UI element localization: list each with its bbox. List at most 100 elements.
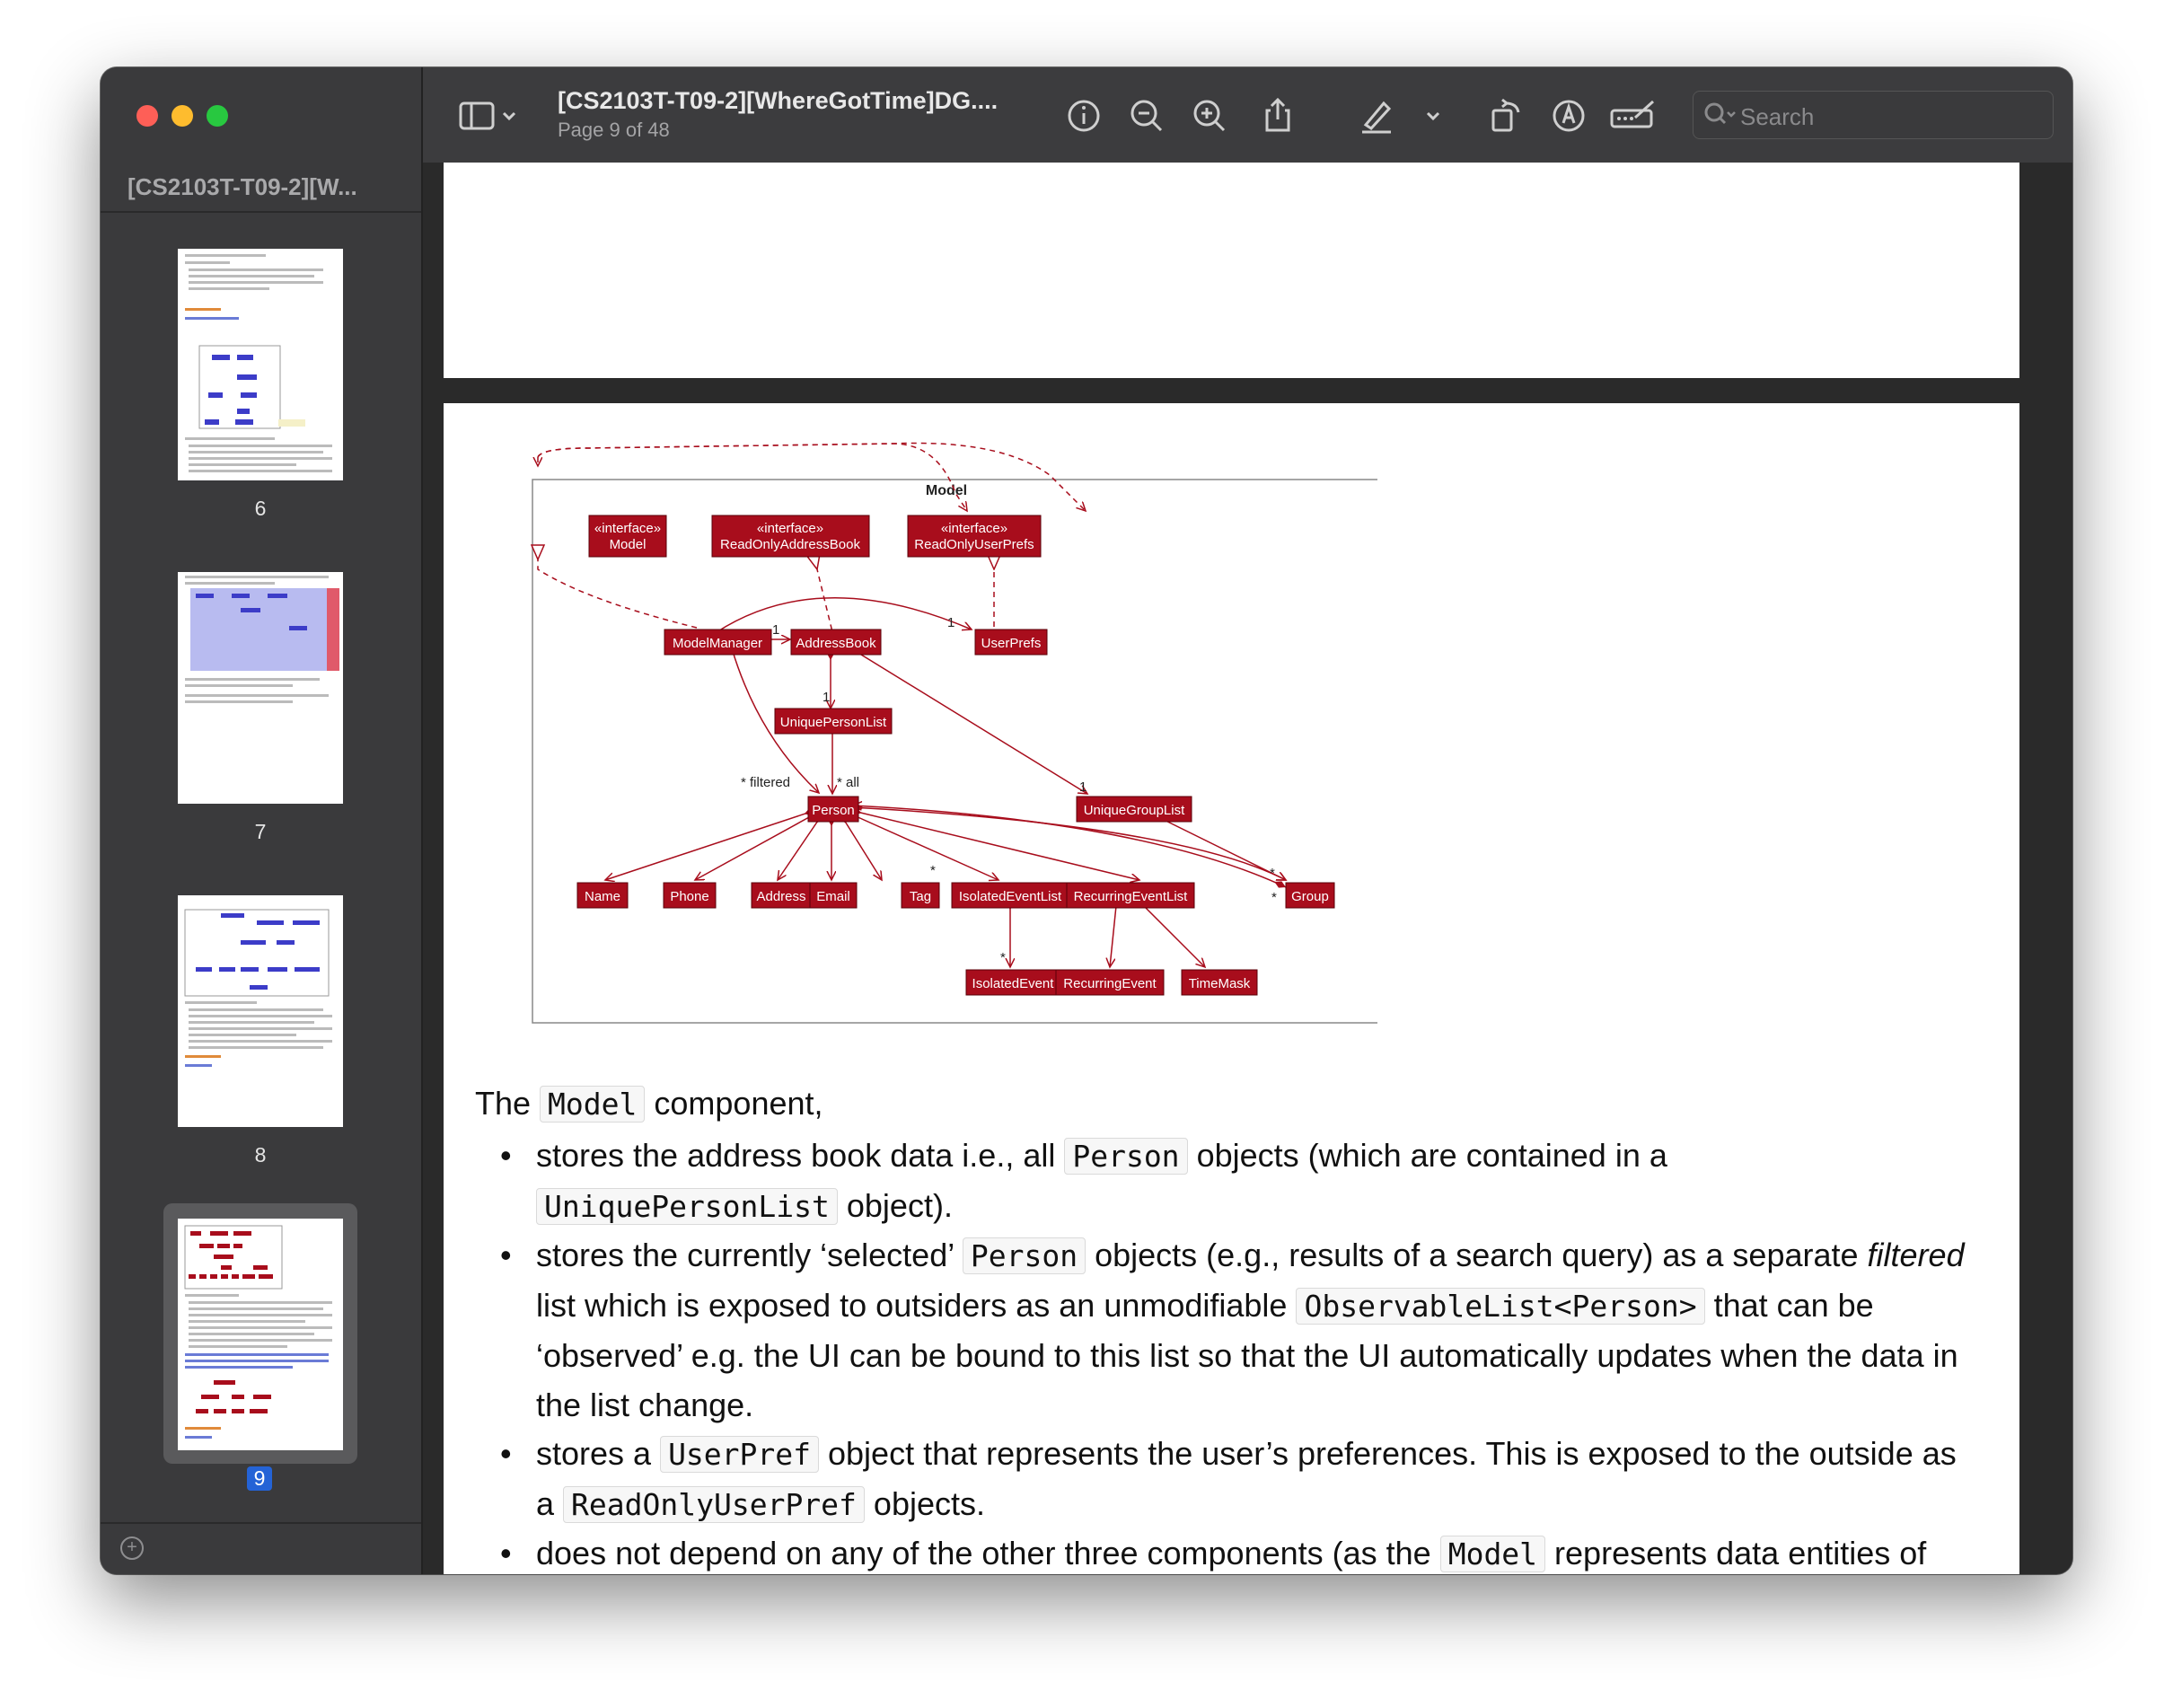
svg-text:UniqueGroupList: UniqueGroupList: [1084, 803, 1185, 818]
svg-text:ModelManager: ModelManager: [673, 636, 762, 651]
interface-readonlyaddressbook-node: «interface» ReadOnlyAddressBook: [711, 515, 870, 558]
sidebar-bottom-divider: [101, 1522, 421, 1524]
timemask-node: TimeMask: [1181, 969, 1258, 996]
thumbnail-7-preview: [185, 576, 339, 703]
svg-text:AddressBook: AddressBook: [796, 636, 876, 651]
thumbnail-9-preview: [184, 1225, 332, 1439]
svg-text:Tag: Tag: [910, 889, 931, 904]
share-button[interactable]: [1258, 96, 1298, 136]
svg-text:UserPrefs: UserPrefs: [981, 636, 1042, 651]
mult-ab-upl: 1: [823, 690, 830, 705]
svg-text:Group: Group: [1291, 889, 1329, 904]
thumbnail-7-number: 7: [254, 820, 267, 843]
form-fill-button[interactable]: [1608, 96, 1658, 136]
zoom-in-icon: [1193, 100, 1226, 132]
svg-text:«interface»: «interface»: [941, 521, 1007, 536]
phone-node: Phone: [663, 882, 717, 909]
highlight-button[interactable]: [1357, 96, 1396, 136]
interface-model-node: «interface» Model: [588, 515, 667, 558]
svg-text:«interface»: «interface»: [594, 521, 661, 536]
markup-button[interactable]: [1549, 96, 1588, 136]
email-node: Email: [809, 882, 858, 909]
bullet-2: stores the currently ‘selected’ Person o…: [475, 1230, 2045, 1430]
thumbnail-6-preview: [185, 254, 332, 472]
bullet-3: stores a UserPref object that represents…: [475, 1429, 2045, 1529]
chevron-down-icon: [1426, 111, 1440, 121]
svg-text:Model: Model: [610, 537, 647, 552]
document-view[interactable]: Model «interface» Model «interface» Read…: [423, 163, 2072, 1574]
interface-readonlyuserprefs-node: «interface» ReadOnlyUserPrefs: [907, 515, 1042, 558]
group-node: Group: [1285, 882, 1335, 909]
person-node: Person: [807, 796, 859, 823]
isolatedevent-node: IsolatedEvent: [965, 969, 1060, 996]
add-page-button[interactable]: +: [120, 1536, 144, 1560]
markup-icon: [1553, 100, 1585, 132]
address-node: Address: [751, 882, 812, 909]
preview-window: [CS2103T-T09-2][W... 6 7 8 9 + [CS2103T-…: [101, 67, 2072, 1574]
thumbnail-9-number: 9: [247, 1466, 272, 1491]
zoom-window-button[interactable]: [207, 105, 228, 127]
mult-ie: *: [1000, 950, 1006, 965]
svg-text:IsolatedEventList: IsolatedEventList: [959, 889, 1062, 904]
realize-model-edge: [538, 559, 698, 629]
zoom-out-button[interactable]: [1127, 96, 1166, 136]
addressbook-node: AddressBook: [790, 629, 882, 656]
svg-text:Phone: Phone: [670, 889, 708, 904]
thumbnail-8-number: 8: [254, 1143, 267, 1167]
search-placeholder: Search: [1740, 103, 1815, 130]
recurringeventlist-node: RecurringEventList: [1066, 882, 1195, 909]
info-button[interactable]: [1064, 96, 1104, 136]
page-thumbnail-8[interactable]: [178, 895, 343, 1127]
sidebar-document-title: [CS2103T-T09-2][W...: [128, 173, 357, 200]
bullet-4: does not depend on any of the other thre…: [475, 1528, 2045, 1574]
page-thumbnail-7[interactable]: [178, 572, 343, 804]
mm-up-edge: [716, 597, 972, 633]
svg-text:IsolatedEvent: IsolatedEvent: [972, 976, 1055, 991]
userprefs-node: UserPrefs: [974, 629, 1048, 656]
svg-text:ReadOnlyUserPrefs: ReadOnlyUserPrefs: [914, 537, 1034, 552]
dependency-rup-edge: [537, 442, 1086, 511]
dependency-rab-edge: [537, 443, 967, 511]
intro-paragraph: The Model component,: [475, 1085, 823, 1123]
page-thumbnail-6[interactable]: [178, 249, 343, 480]
svg-text:«interface»: «interface»: [757, 521, 823, 536]
search-icon: [1704, 102, 1736, 125]
search-field[interactable]: Search: [1693, 91, 2054, 139]
model-class-diagram: Model «interface» Model «interface» Read…: [462, 442, 1377, 1024]
document-title: [CS2103T-T09-2][WhereGotTime]DG....: [558, 87, 999, 114]
rotate-button[interactable]: [1486, 96, 1526, 136]
realize-rab-edge: [817, 569, 835, 640]
svg-text:Address: Address: [756, 889, 805, 904]
modelmanager-node: ModelManager: [664, 629, 772, 656]
page-thumbnail-9[interactable]: [178, 1219, 343, 1450]
zoom-in-button[interactable]: [1190, 96, 1229, 136]
uniquepersonlist-node: UniquePersonList: [774, 708, 893, 735]
label-all: * all: [837, 775, 859, 790]
zoom-out-icon: [1130, 100, 1163, 132]
close-window-button[interactable]: [136, 105, 158, 127]
minimize-window-button[interactable]: [172, 105, 193, 127]
mult-tag: *: [930, 863, 936, 878]
mult-ab-ugl: 1: [1079, 779, 1086, 795]
share-icon: [1265, 97, 1290, 132]
highlighter-icon: [1362, 101, 1392, 134]
person-tag-edge: [839, 812, 882, 880]
svg-text:TimeMask: TimeMask: [1189, 976, 1251, 991]
mult-group-2: *: [1271, 890, 1277, 905]
form-fill-icon: [1610, 100, 1655, 128]
mult-group-1: *: [1270, 866, 1275, 881]
model-frame-label: Model: [926, 483, 967, 498]
page-indicator: Page 9 of 48: [558, 119, 670, 141]
sidebar-toggle-button[interactable]: [457, 96, 520, 136]
svg-text:ReadOnlyAddressBook: ReadOnlyAddressBook: [720, 537, 860, 552]
person-iel-edge: [845, 812, 999, 880]
code-model: Model: [540, 1086, 646, 1123]
highlight-menu-button[interactable]: [1420, 96, 1447, 136]
uniquegrouplist-node: UniqueGroupList: [1076, 796, 1192, 823]
name-node: Name: [576, 882, 629, 909]
group-person-edge: [853, 806, 1287, 888]
rotate-icon: [1491, 98, 1520, 132]
svg-text:UniquePersonList: UniquePersonList: [780, 715, 887, 730]
mult-mm-up: 1: [947, 615, 955, 630]
bullet-1: stores the address book data i.e., all P…: [475, 1131, 2045, 1231]
